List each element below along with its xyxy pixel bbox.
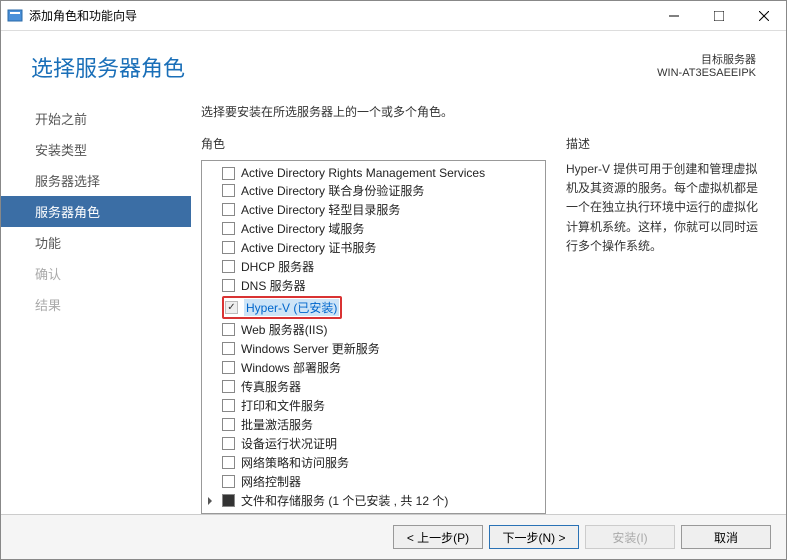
role-checkbox[interactable] [222,184,235,197]
wizard-header: 选择服务器角色 目标服务器 WIN-AT3ESAEEIPK [1,31,786,98]
role-item-9[interactable]: Windows Server 更新服务 [204,339,543,358]
step-2[interactable]: 服务器选择 [1,165,191,196]
role-label: 打印和文件服务 [241,397,325,414]
role-checkbox[interactable] [222,279,235,292]
role-checkbox[interactable] [222,167,235,180]
titlebar: 添加角色和功能向导 [1,1,786,31]
step-1[interactable]: 安装类型 [1,134,191,165]
role-label: 网络控制器 [241,473,301,490]
wizard-footer: < 上一步(P) 下一步(N) > 安装(I) 取消 [1,514,786,559]
role-item-7[interactable]: Hyper-V (已安装) [204,295,543,320]
target-name: WIN-AT3ESAEEIPK [657,67,756,79]
role-item-16[interactable]: 网络控制器 [204,472,543,491]
roles-listbox[interactable]: Active Directory Rights Management Servi… [201,160,546,514]
role-item-12[interactable]: 打印和文件服务 [204,396,543,415]
close-button[interactable] [741,1,786,30]
roles-label: 角色 [201,135,546,152]
roles-column: 角色 Active Directory Rights Management Se… [201,135,546,514]
step-6[interactable]: 结果 [1,289,191,320]
previous-button[interactable]: < 上一步(P) [393,525,483,549]
target-server-box: 目标服务器 WIN-AT3ESAEEIPK [657,51,756,79]
step-3[interactable]: 服务器角色 [1,196,191,227]
role-checkbox[interactable] [222,323,235,336]
step-0[interactable]: 开始之前 [1,103,191,134]
minimize-button[interactable] [651,1,696,30]
role-checkbox[interactable] [222,222,235,235]
role-item-11[interactable]: 传真服务器 [204,377,543,396]
role-item-15[interactable]: 网络策略和访问服务 [204,453,543,472]
role-label: DHCP 服务器 [241,258,314,275]
main-panel: 选择要安装在所选服务器上的一个或多个角色。 角色 Active Director… [191,98,776,514]
wizard-body: 开始之前安装类型服务器选择服务器角色功能确认结果 选择要安装在所选服务器上的一个… [1,98,786,514]
maximize-button[interactable] [696,1,741,30]
role-label: Active Directory 域服务 [241,220,364,237]
install-button[interactable]: 安装(I) [585,525,675,549]
role-checkbox[interactable] [222,342,235,355]
window-controls [651,1,786,30]
role-item-13[interactable]: 批量激活服务 [204,415,543,434]
app-icon [7,8,23,24]
role-item-4[interactable]: Active Directory 证书服务 [204,238,543,257]
role-item-3[interactable]: Active Directory 域服务 [204,219,543,238]
role-label: 批量激活服务 [241,416,313,433]
role-item-1[interactable]: Active Directory 联合身份验证服务 [204,181,543,200]
role-label: 网络策略和访问服务 [241,454,349,471]
role-label: Active Directory 证书服务 [241,239,376,256]
role-label: DNS 服务器 [241,277,306,294]
role-item-8[interactable]: Web 服务器(IIS) [204,320,543,339]
role-label: Active Directory 联合身份验证服务 [241,182,424,199]
role-label: Active Directory Rights Management Servi… [241,166,485,180]
target-label: 目标服务器 [657,51,756,67]
role-label: Windows 部署服务 [241,359,341,376]
role-label: 设备运行状况证明 [241,435,337,452]
role-checkbox[interactable] [222,380,235,393]
role-label: 文件和存储服务 (1 个已安装 , 共 12 个) [241,492,448,509]
next-button[interactable]: 下一步(N) > [489,525,579,549]
role-checkbox[interactable] [222,361,235,374]
description-column: 描述 Hyper-V 提供可用于创建和管理虚拟机及其资源的服务。每个虚拟机都是一… [566,135,766,514]
page-title: 选择服务器角色 [31,51,657,83]
role-label: Hyper-V (已安装) [244,299,339,316]
role-label: Active Directory 轻型目录服务 [241,201,400,218]
columns: 角色 Active Directory Rights Management Se… [201,135,766,514]
wizard-window: 添加角色和功能向导 选择服务器角色 目标服务器 WIN-AT3ESAEEIPK … [0,0,787,560]
role-item-6[interactable]: DNS 服务器 [204,276,543,295]
description-label: 描述 [566,135,766,152]
role-item-17[interactable]: 文件和存储服务 (1 个已安装 , 共 12 个) [204,491,543,510]
role-checkbox[interactable] [222,399,235,412]
role-checkbox[interactable] [222,475,235,488]
description-text: Hyper-V 提供可用于创建和管理虚拟机及其资源的服务。每个虚拟机都是一个在独… [566,160,766,256]
role-checkbox[interactable] [222,260,235,273]
role-checkbox[interactable] [225,301,238,314]
role-item-2[interactable]: Active Directory 轻型目录服务 [204,200,543,219]
role-label: 传真服务器 [241,378,301,395]
instruction-text: 选择要安装在所选服务器上的一个或多个角色。 [201,103,766,120]
cancel-button[interactable]: 取消 [681,525,771,549]
window-title: 添加角色和功能向导 [29,7,651,24]
role-item-0[interactable]: Active Directory Rights Management Servi… [204,165,543,181]
role-checkbox[interactable] [222,437,235,450]
role-item-10[interactable]: Windows 部署服务 [204,358,543,377]
role-item-14[interactable]: 设备运行状况证明 [204,434,543,453]
role-label: Windows Server 更新服务 [241,340,380,357]
role-checkbox[interactable] [222,203,235,216]
role-checkbox[interactable] [222,494,235,507]
steps-sidebar: 开始之前安装类型服务器选择服务器角色功能确认结果 [1,98,191,514]
role-label: Web 服务器(IIS) [241,321,327,338]
role-checkbox[interactable] [222,418,235,431]
step-5[interactable]: 确认 [1,258,191,289]
role-item-5[interactable]: DHCP 服务器 [204,257,543,276]
step-4[interactable]: 功能 [1,227,191,258]
role-checkbox[interactable] [222,241,235,254]
role-checkbox[interactable] [222,456,235,469]
